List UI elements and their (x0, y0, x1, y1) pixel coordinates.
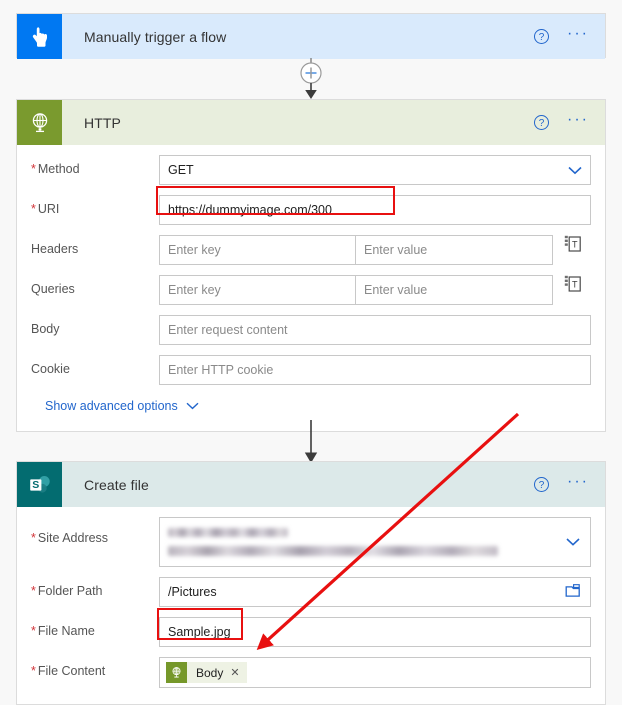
required-asterisk: * (31, 624, 36, 638)
trigger-card-header[interactable]: Manually trigger a flow ? ··· (17, 14, 605, 59)
file-content-input[interactable]: Body ✕ (159, 657, 591, 688)
svg-text:S: S (32, 479, 39, 491)
field-wrap-folder-path: /Pictures (159, 577, 591, 607)
field-wrap-queries: Enter key Enter value (159, 275, 553, 305)
method-value: GET (168, 163, 194, 177)
site-address-dropdown[interactable] (159, 517, 591, 567)
add-step-button[interactable] (301, 63, 321, 83)
globe-icon (17, 100, 62, 145)
field-row-file-name: * File Name Sample.jpg (31, 617, 591, 647)
trigger-header-actions: ? ··· (534, 25, 605, 44)
tap-hand-icon (17, 14, 62, 59)
file-name-input[interactable]: Sample.jpg (159, 617, 591, 647)
redacted-site-url (168, 546, 498, 556)
field-row-body: Body Enter request content (31, 315, 591, 345)
queries-key-input[interactable]: Enter key (159, 275, 356, 305)
required-asterisk: * (31, 202, 36, 216)
field-label-queries: Queries (31, 282, 75, 296)
help-icon[interactable]: ? (534, 115, 550, 130)
field-row-folder-path: * Folder Path /Pictures (31, 577, 591, 607)
field-label-headers: Headers (31, 242, 79, 256)
dynamic-content-token-body[interactable]: Body ✕ (166, 662, 247, 683)
show-advanced-options-label: Show advanced options (45, 399, 178, 413)
more-options-icon[interactable]: ··· (567, 111, 589, 130)
more-options-icon[interactable]: ··· (567, 25, 589, 44)
chevron-down-icon (186, 399, 199, 413)
chevron-down-icon[interactable] (560, 164, 582, 177)
folder-path-value: /Pictures (168, 585, 217, 599)
trigger-card[interactable]: Manually trigger a flow ? ··· (16, 13, 606, 59)
field-wrap-body: Enter request content (159, 315, 591, 345)
help-icon[interactable]: ? (534, 29, 550, 44)
http-card-title: HTTP (84, 114, 121, 131)
create-file-card-body: * Site Address * Folder Path /Pictures *… (17, 507, 605, 704)
create-file-header-actions: ? ··· (534, 473, 605, 492)
field-label-body: Body (31, 322, 60, 336)
help-icon[interactable]: ? (534, 477, 550, 492)
folder-browse-icon[interactable] (565, 584, 581, 601)
required-asterisk: * (31, 664, 36, 678)
chevron-down-icon[interactable] (566, 536, 580, 549)
field-label-uri: * URI (31, 202, 60, 216)
close-icon[interactable]: ✕ (230, 666, 246, 679)
create-file-card-title: Create file (84, 476, 149, 493)
field-wrap-file-name: Sample.jpg (159, 617, 591, 647)
field-wrap-site-address (159, 517, 591, 567)
create-file-card-header[interactable]: S Create file ? ··· (17, 462, 605, 507)
redacted-site-name (168, 528, 288, 537)
field-label-cookie: Cookie (31, 362, 70, 376)
svg-text:T: T (571, 240, 577, 250)
headers-key-input[interactable]: Enter key (159, 235, 356, 265)
switch-to-text-mode-icon[interactable]: T (553, 275, 591, 293)
field-label-site-address: * Site Address (31, 531, 109, 545)
required-asterisk: * (31, 162, 36, 176)
required-asterisk: * (31, 531, 36, 545)
globe-icon (166, 662, 187, 683)
uri-input[interactable]: https://dummyimage.com/300 (159, 195, 591, 225)
cookie-input[interactable]: Enter HTTP cookie (159, 355, 591, 385)
method-dropdown[interactable]: GET (159, 155, 591, 185)
field-label-method: * Method (31, 162, 80, 176)
more-options-icon[interactable]: ··· (567, 473, 589, 492)
queries-value-input[interactable]: Enter value (356, 275, 553, 305)
trigger-card-title: Manually trigger a flow (84, 28, 227, 45)
field-row-cookie: Cookie Enter HTTP cookie (31, 355, 591, 385)
body-input[interactable]: Enter request content (159, 315, 591, 345)
create-file-card[interactable]: S Create file ? ··· * Site Address * Fol… (16, 461, 606, 705)
field-wrap-cookie: Enter HTTP cookie (159, 355, 591, 385)
headers-value-input[interactable]: Enter value (356, 235, 553, 265)
field-row-site-address: * Site Address (31, 517, 591, 567)
field-label-file-name: * File Name (31, 624, 95, 638)
required-asterisk: * (31, 584, 36, 598)
token-label: Body (196, 665, 224, 680)
field-row-queries: Queries Enter key Enter value T (31, 275, 591, 305)
http-card[interactable]: HTTP ? ··· * Method GET * URI https://du… (16, 99, 606, 432)
show-advanced-options-link[interactable]: Show advanced options (45, 399, 199, 413)
http-card-header[interactable]: HTTP ? ··· (17, 100, 605, 145)
folder-path-input[interactable]: /Pictures (159, 577, 591, 607)
field-label-folder-path: * Folder Path (31, 584, 103, 598)
sharepoint-icon: S (17, 462, 62, 507)
http-header-actions: ? ··· (534, 111, 605, 130)
field-row-uri: * URI https://dummyimage.com/300 (31, 195, 591, 225)
field-label-file-content: * File Content (31, 664, 106, 678)
field-row-file-content: * File Content Body ✕ (31, 657, 591, 688)
field-row-method: * Method GET (31, 155, 591, 185)
field-wrap-method: GET (159, 155, 591, 185)
http-card-body: * Method GET * URI https://dummyimage.com/… (17, 145, 605, 431)
switch-to-text-mode-icon[interactable]: T (553, 235, 591, 253)
field-wrap-uri: https://dummyimage.com/300 (159, 195, 591, 225)
field-row-headers: Headers Enter key Enter value T (31, 235, 591, 265)
field-wrap-file-content: Body ✕ (159, 657, 591, 688)
svg-text:T: T (571, 280, 577, 290)
field-wrap-headers: Enter key Enter value (159, 235, 553, 265)
